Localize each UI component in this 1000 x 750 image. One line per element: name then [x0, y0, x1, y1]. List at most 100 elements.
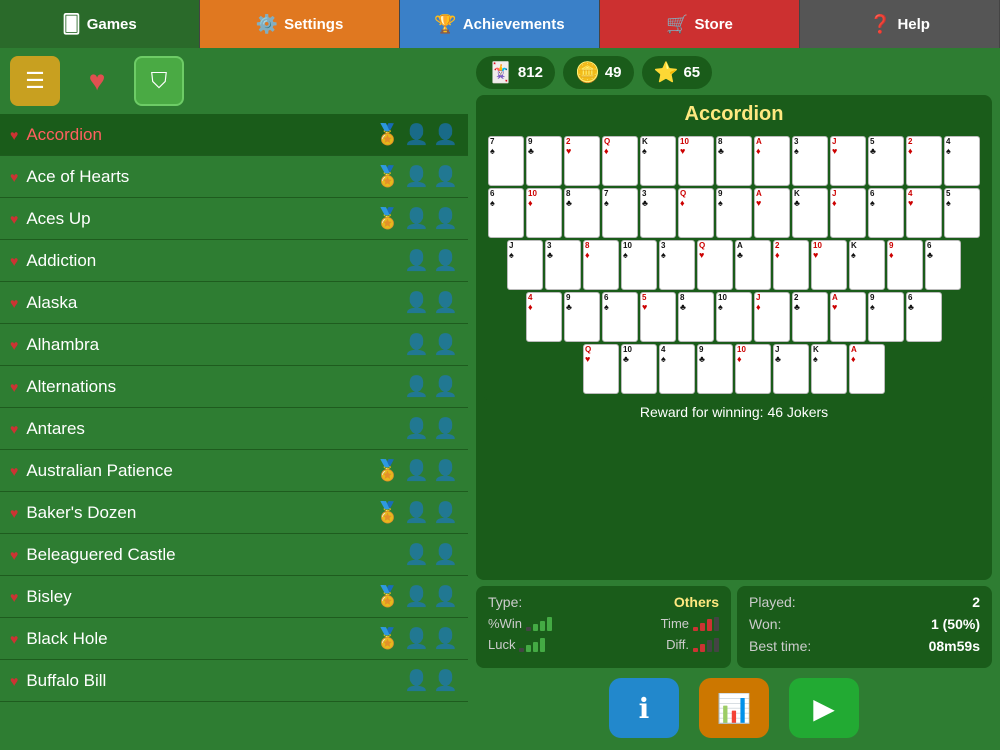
trophy-icon: 🏆 [434, 14, 456, 35]
heart-favorite-icon: ♥ [10, 127, 18, 143]
game-item-ace-of-hearts[interactable]: ♥ Ace of Hearts 🏅 👤 👤 [0, 156, 468, 198]
nav-store[interactable]: 🛒 Store [600, 0, 800, 48]
playing-card: 4♠ [659, 344, 695, 394]
bar-1 [519, 648, 524, 652]
bar-3 [707, 640, 712, 652]
top-navigation: 🂠 Games ⚙️ Settings 🏆 Achievements 🛒 Sto… [0, 0, 1000, 48]
game-medals: 🏅 👤 👤 [375, 164, 458, 189]
diff-bar-group: Diff. [666, 637, 719, 652]
game-item-alhambra[interactable]: ♥ Alhambra 👤 👤 [0, 324, 468, 366]
game-item-beleaguered-castle[interactable]: ♥ Beleaguered Castle 👤 👤 [0, 534, 468, 576]
game-name: Bisley [26, 587, 375, 607]
game-name: Black Hole [26, 629, 375, 649]
playing-card: 10♦ [735, 344, 771, 394]
playing-card: 3♠ [792, 136, 828, 186]
playing-card: 2♣ [792, 292, 828, 342]
game-medals: 🏅 👤 👤 [375, 206, 458, 231]
game-medals: 👤 👤 [404, 248, 458, 273]
game-stats-box: Type: Others %Win Time [476, 586, 731, 668]
bar-4 [547, 617, 552, 631]
nav-help[interactable]: ❓ Help [800, 0, 1000, 48]
game-item-antares[interactable]: ♥ Antares 👤 👤 [0, 408, 468, 450]
game-medals: 👤 👤 [404, 542, 458, 567]
heart-favorite-icon: ♥ [10, 169, 18, 185]
playing-card: 3♣ [640, 188, 676, 238]
medal-icon: 🏅 [375, 458, 400, 483]
person-icon: 👤 [404, 206, 429, 231]
playing-card: 10♥ [811, 240, 847, 290]
playing-card: 9♣ [526, 136, 562, 186]
playing-card: 10♦ [526, 188, 562, 238]
game-name: Alaska [26, 293, 404, 313]
game-name: Aces Up [26, 209, 375, 229]
reward-text: Reward for winning: 46 Jokers [484, 404, 984, 420]
playing-card: 10♠ [716, 292, 752, 342]
game-name: Baker's Dozen [26, 503, 375, 523]
game-item-aces-up[interactable]: ♥ Aces Up 🏅 👤 👤 [0, 198, 468, 240]
diff-bars [693, 638, 719, 652]
game-name: Addiction [26, 251, 404, 271]
best-time-value: 08m59s [929, 638, 980, 654]
person-icon: 👤 [433, 668, 458, 693]
game-list: ♥ Accordion 🏅 👤 👤 ♥ Ace of Hearts 🏅 👤 👤 [0, 114, 468, 750]
playing-card: 2♦ [906, 136, 942, 186]
nav-achievements[interactable]: 🏆 Achievements [400, 0, 600, 48]
playing-card: K♠ [640, 136, 676, 186]
game-item-alaska[interactable]: ♥ Alaska 👤 👤 [0, 282, 468, 324]
game-name: Buffalo Bill [26, 671, 404, 691]
best-time-row: Best time: 08m59s [749, 638, 980, 654]
heart-favorite-icon: ♥ [10, 505, 18, 521]
game-item-bakers-dozen[interactable]: ♥ Baker's Dozen 🏅 👤 👤 [0, 492, 468, 534]
playing-card: A♦ [849, 344, 885, 394]
list-icon: ☰ [25, 68, 45, 94]
games-icon: 🂠 [62, 14, 80, 35]
stats-bar: 🃏 812 🪙 49 ⭐ 65 [476, 56, 992, 89]
person-icon: 👤 [404, 248, 429, 273]
person-icon: 👤 [433, 584, 458, 609]
person-icon: 👤 [433, 206, 458, 231]
game-item-australian-patience[interactable]: ♥ Australian Patience 🏅 👤 👤 [0, 450, 468, 492]
person-icon: 👤 [433, 332, 458, 357]
playing-card: 9♦ [887, 240, 923, 290]
game-item-buffalo-bill[interactable]: ♥ Buffalo Bill 👤 👤 [0, 660, 468, 702]
playing-card: J♣ [773, 344, 809, 394]
chart-button[interactable]: 📊 [699, 678, 769, 738]
person-icon: 👤 [433, 248, 458, 273]
heart-favorite-icon: ♥ [10, 421, 18, 437]
playing-card: K♣ [792, 188, 828, 238]
person-icon: 👤 [433, 122, 458, 147]
game-item-accordion[interactable]: ♥ Accordion 🏅 👤 👤 [0, 114, 468, 156]
heart-icon: ♥ [89, 65, 106, 97]
bar-3 [707, 619, 712, 631]
play-button[interactable]: ▶ [789, 678, 859, 738]
person-icon: 👤 [404, 542, 429, 567]
nav-settings[interactable]: ⚙️ Settings [200, 0, 400, 48]
filter-button[interactable]: ⛉ [134, 56, 184, 106]
nav-games[interactable]: 🂠 Games [0, 0, 200, 48]
playing-card: 5♣ [868, 136, 904, 186]
game-name: Alhambra [26, 335, 404, 355]
medal-icon: 🏅 [375, 500, 400, 525]
game-item-bisley[interactable]: ♥ Bisley 🏅 👤 👤 [0, 576, 468, 618]
cart-icon: 🛒 [666, 14, 688, 35]
person-icon: 👤 [433, 164, 458, 189]
list-view-button[interactable]: ☰ [10, 56, 60, 106]
played-label: Played: [749, 594, 796, 610]
person-icon: 👤 [404, 500, 429, 525]
bar-4 [714, 638, 719, 652]
info-button[interactable]: ℹ [609, 678, 679, 738]
playing-card: 8♣ [564, 188, 600, 238]
game-name: Alternations [26, 377, 404, 397]
win-label: %Win [488, 616, 522, 631]
playing-card: 8♣ [716, 136, 752, 186]
game-item-alternations[interactable]: ♥ Alternations 👤 👤 [0, 366, 468, 408]
favorites-button[interactable]: ♥ [72, 56, 122, 106]
heart-favorite-icon: ♥ [10, 463, 18, 479]
game-item-black-hole[interactable]: ♥ Black Hole 🏅 👤 👤 [0, 618, 468, 660]
game-preview: Accordion 7♠ 9♣ 2♥ Q♦ K♠ 10♥ 8♣ A♦ 3♠ J♥… [476, 95, 992, 580]
playing-card: 6♠ [488, 188, 524, 238]
game-item-addiction[interactable]: ♥ Addiction 👤 👤 [0, 240, 468, 282]
game-results-box: Played: 2 Won: 1 (50%) Best time: 08m59s [737, 586, 992, 668]
person-icon: 👤 [433, 542, 458, 567]
game-medals: 👤 👤 [404, 668, 458, 693]
